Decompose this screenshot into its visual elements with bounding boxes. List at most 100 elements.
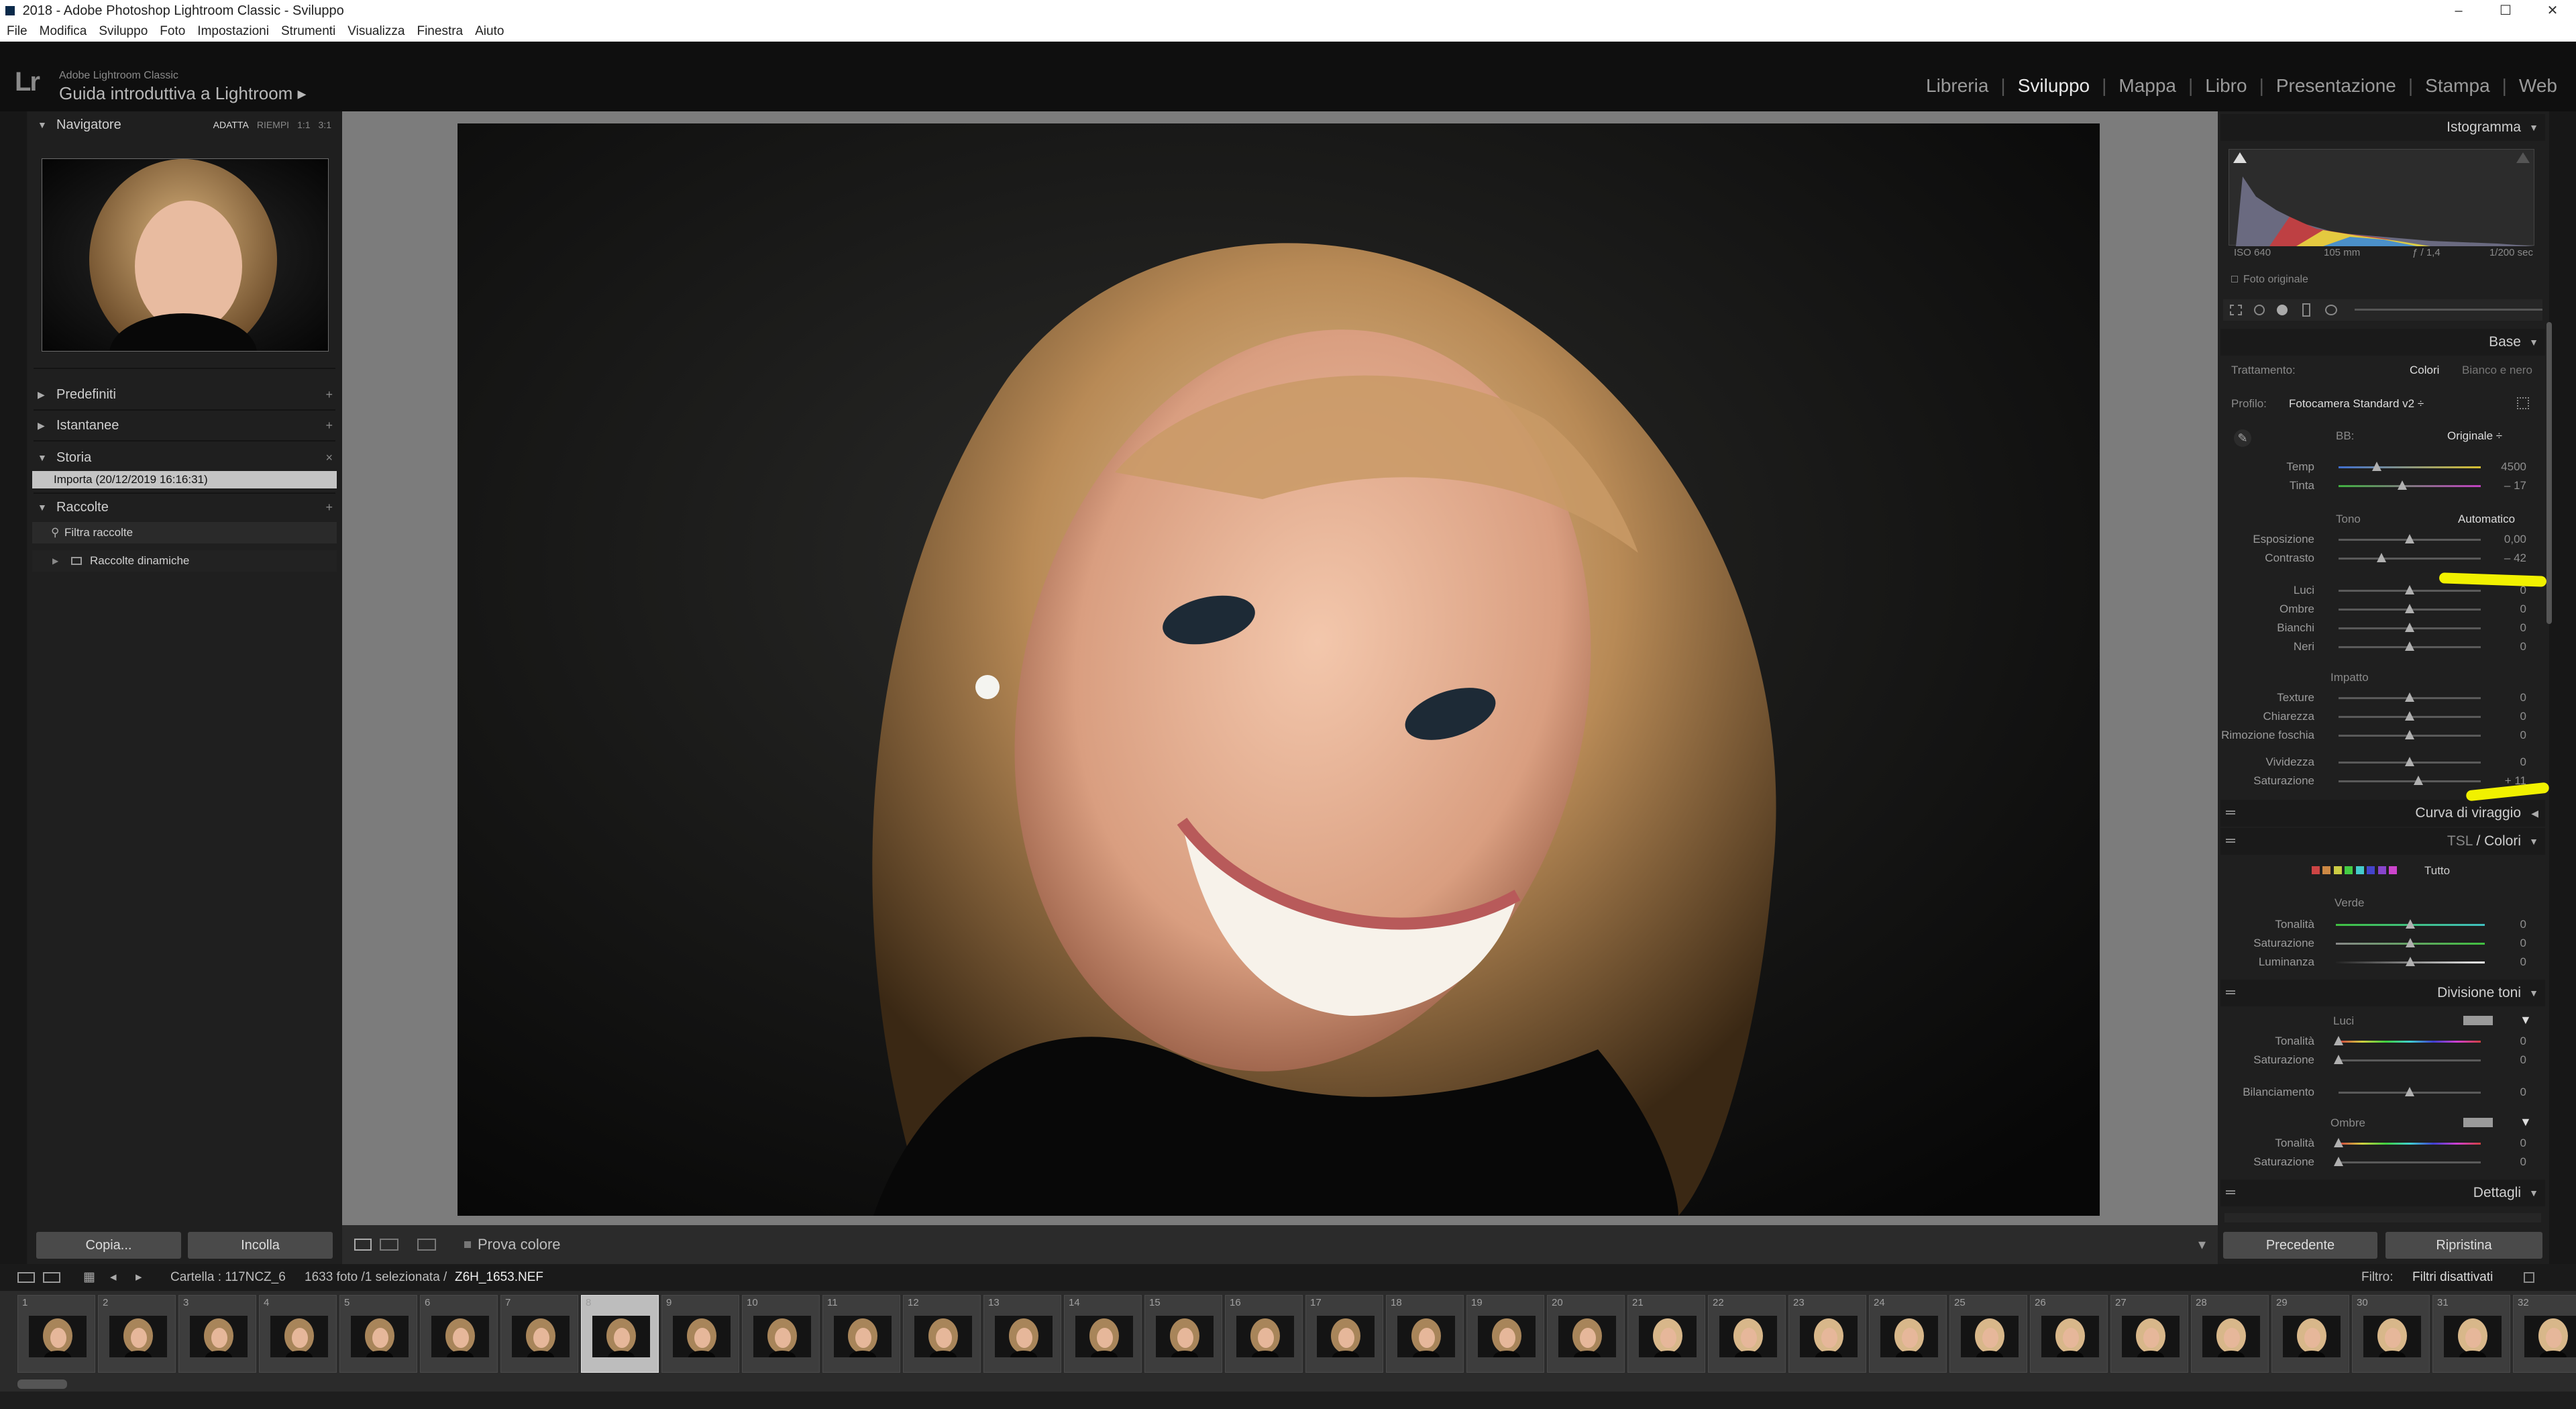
original-photo-checkbox[interactable] bbox=[2231, 276, 2238, 282]
module-mappa[interactable]: Mappa bbox=[2106, 75, 2188, 97]
slider-neri[interactable]: Neri 0 bbox=[2220, 637, 2538, 656]
zoom-fill[interactable]: RIEMPI bbox=[257, 119, 289, 130]
slider-value[interactable]: 0 bbox=[2520, 726, 2526, 745]
slider-ombre[interactable]: Ombre 0 bbox=[2220, 600, 2538, 619]
slider-knob[interactable] bbox=[2413, 776, 2423, 785]
slider-value[interactable]: 0 bbox=[2520, 753, 2526, 772]
filmstrip-frame[interactable]: 13 bbox=[983, 1295, 1061, 1373]
navigator-preview[interactable] bbox=[42, 158, 329, 352]
slider-knob[interactable] bbox=[2405, 1087, 2414, 1096]
split-slider-2[interactable]: Bilanciamento 0 bbox=[2220, 1083, 2538, 1102]
filter-lock-icon[interactable] bbox=[2524, 1272, 2534, 1283]
hsl-slider-saturazione[interactable]: Saturazione 0 bbox=[2220, 934, 2538, 953]
slider-track[interactable] bbox=[2339, 1059, 2481, 1061]
presets-header[interactable]: ▶ Predefiniti + bbox=[28, 381, 341, 408]
filmstrip-frame[interactable]: 11 bbox=[822, 1295, 900, 1373]
grid-view-icon[interactable]: ▦ bbox=[83, 1264, 95, 1291]
histogram[interactable] bbox=[2229, 149, 2535, 246]
filmstrip-frame[interactable]: 19 bbox=[1466, 1295, 1544, 1373]
filmstrip-frame[interactable]: 12 bbox=[903, 1295, 981, 1373]
hsl-slider-tonalità[interactable]: Tonalità 0 bbox=[2220, 915, 2538, 934]
shadow-clipping-icon[interactable] bbox=[2233, 152, 2247, 163]
slider-track[interactable] bbox=[2339, 780, 2481, 782]
shadows-picker-icon[interactable]: ▼ bbox=[2520, 1115, 2532, 1129]
crop-tool-icon[interactable] bbox=[2230, 305, 2242, 315]
filter-collections-field[interactable]: ⚲ Filtra raccolte bbox=[32, 522, 337, 543]
slider-value[interactable]: 4500 bbox=[2501, 458, 2526, 476]
slider-tinta[interactable]: Tinta – 17 bbox=[2220, 476, 2538, 495]
slider-temp[interactable]: Temp 4500 bbox=[2220, 458, 2538, 476]
menu-finestra[interactable]: Finestra bbox=[417, 24, 463, 38]
slider-value[interactable]: 0 bbox=[2520, 688, 2526, 707]
slider-texture[interactable]: Texture 0 bbox=[2220, 688, 2538, 707]
slider-contrasto[interactable]: Contrasto – 42 bbox=[2220, 549, 2538, 568]
clear-history-icon[interactable]: × bbox=[325, 444, 333, 471]
filmstrip-frame[interactable]: 18 bbox=[1386, 1295, 1464, 1373]
main-photo[interactable] bbox=[458, 123, 2100, 1216]
slider-knob[interactable] bbox=[2405, 604, 2414, 613]
slider-value[interactable]: 0 bbox=[2520, 637, 2526, 656]
highlights-picker-icon[interactable]: ▼ bbox=[2520, 1013, 2532, 1027]
slider-knob[interactable] bbox=[2405, 585, 2414, 594]
slider-value[interactable]: 0 bbox=[2520, 1032, 2526, 1051]
slider-value[interactable]: 0 bbox=[2520, 707, 2526, 726]
folder-source[interactable]: Cartella : 117NCZ_6 bbox=[170, 1264, 286, 1291]
filmstrip-frame[interactable]: 4 bbox=[259, 1295, 337, 1373]
zoom-3-1[interactable]: 3:1 bbox=[319, 119, 331, 130]
filmstrip-frame[interactable]: 24 bbox=[1869, 1295, 1947, 1373]
slider-value[interactable]: – 17 bbox=[2504, 476, 2526, 495]
slider-knob[interactable] bbox=[2376, 553, 2386, 562]
slider-value[interactable]: 0,00 bbox=[2504, 530, 2526, 549]
slider-knob[interactable] bbox=[2405, 641, 2414, 651]
second-monitor-icon[interactable] bbox=[43, 1272, 60, 1283]
slider-knob[interactable] bbox=[2405, 757, 2414, 766]
slider-value[interactable]: 0 bbox=[2520, 1153, 2526, 1171]
swatch-magenta[interactable] bbox=[2389, 866, 2398, 874]
filmstrip-frame[interactable]: 2 bbox=[98, 1295, 176, 1373]
menu-strumenti[interactable]: Strumenti bbox=[281, 24, 335, 38]
slider-knob[interactable] bbox=[2405, 692, 2414, 702]
menu-impostazioni[interactable]: Impostazioni bbox=[197, 24, 269, 38]
module-sviluppo[interactable]: Sviluppo bbox=[2006, 75, 2102, 97]
split-slider-1[interactable]: Saturazione 0 bbox=[2220, 1051, 2538, 1069]
slider-value[interactable]: – 42 bbox=[2504, 549, 2526, 568]
basic-panel-header[interactable]: Base ▼ bbox=[2220, 329, 2545, 356]
snapshots-header[interactable]: ▶ Istantanee + bbox=[28, 412, 341, 439]
menu-sviluppo[interactable]: Sviluppo bbox=[99, 24, 148, 38]
filmstrip-frame[interactable]: 1 bbox=[17, 1295, 95, 1373]
slider-knob[interactable] bbox=[2334, 1138, 2343, 1147]
split-slider-0[interactable]: Tonalità 0 bbox=[2220, 1032, 2538, 1051]
filmstrip-frame[interactable]: 8 bbox=[581, 1295, 659, 1373]
module-web[interactable]: Web bbox=[2507, 75, 2569, 97]
hsl-header[interactable]: TSL / Colori ▼ bbox=[2220, 828, 2545, 855]
filmstrip-frame[interactable]: 3 bbox=[178, 1295, 256, 1373]
slider-value[interactable]: 0 bbox=[2520, 934, 2526, 953]
add-snapshot-icon[interactable]: + bbox=[325, 412, 333, 439]
menu-aiuto[interactable]: Aiuto bbox=[475, 24, 504, 38]
hsl-title-b[interactable]: Colori bbox=[2484, 833, 2521, 849]
reset-button[interactable]: Ripristina bbox=[2385, 1232, 2542, 1259]
slider-knob[interactable] bbox=[2405, 534, 2414, 543]
slider-value[interactable]: 0 bbox=[2520, 953, 2526, 972]
highlights-color-swatch[interactable] bbox=[2463, 1016, 2493, 1025]
filter-dropdown[interactable]: Filtri disattivati bbox=[2412, 1264, 2493, 1291]
right-panel-toggle[interactable] bbox=[2549, 111, 2576, 1264]
module-libro[interactable]: Libro bbox=[2193, 75, 2259, 97]
back-arrow-icon[interactable]: ◂ bbox=[110, 1264, 117, 1291]
before-after-icon[interactable] bbox=[380, 1239, 398, 1251]
copy-settings-button[interactable]: Copia... bbox=[36, 1232, 181, 1259]
white-balance-picker-icon[interactable]: ✎ bbox=[2234, 429, 2251, 447]
auto-tone-button[interactable]: Automatico bbox=[2458, 513, 2515, 526]
add-preset-icon[interactable]: + bbox=[325, 381, 333, 408]
hsl-title-a[interactable]: TSL bbox=[2447, 833, 2473, 849]
slider-value[interactable]: 0 bbox=[2520, 915, 2526, 934]
filmstrip-frame[interactable]: 29 bbox=[2271, 1295, 2349, 1373]
slider-knob[interactable] bbox=[2405, 730, 2414, 739]
hsl-slider-luminanza[interactable]: Luminanza 0 bbox=[2220, 953, 2538, 972]
menu-foto[interactable]: Foto bbox=[160, 24, 185, 38]
slider-knob[interactable] bbox=[2398, 480, 2408, 490]
slider-track[interactable] bbox=[2339, 466, 2481, 468]
slider-track[interactable] bbox=[2339, 1161, 2481, 1163]
slider-knob[interactable] bbox=[2334, 1055, 2343, 1064]
hsl-all-option[interactable]: Tutto bbox=[2424, 864, 2450, 878]
